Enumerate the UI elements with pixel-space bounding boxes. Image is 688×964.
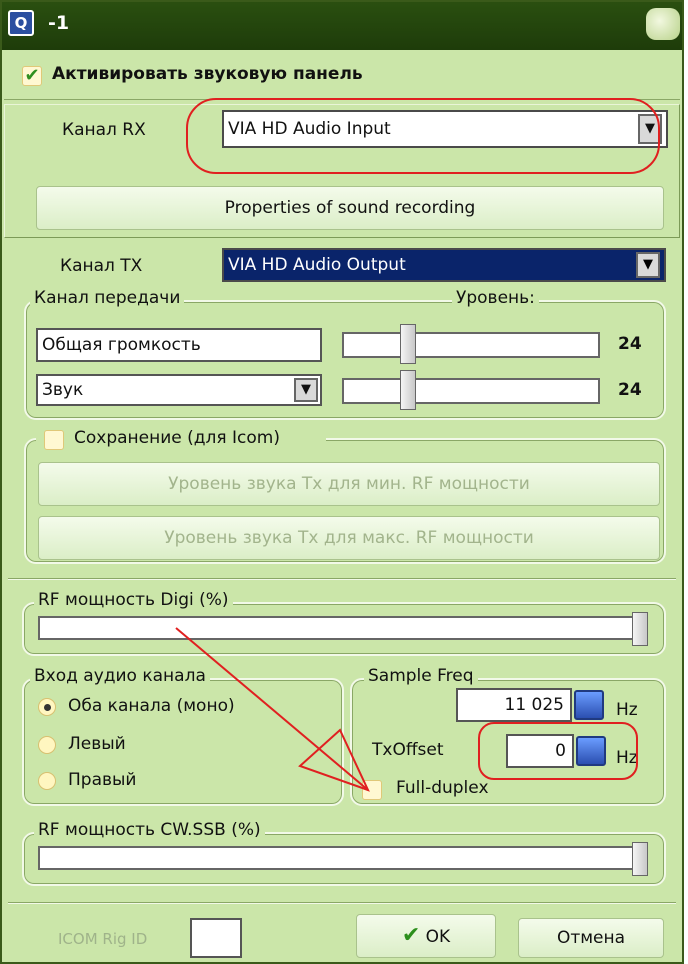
arrow-annotation [175, 627, 370, 792]
arrow-annotation-line [175, 627, 369, 791]
